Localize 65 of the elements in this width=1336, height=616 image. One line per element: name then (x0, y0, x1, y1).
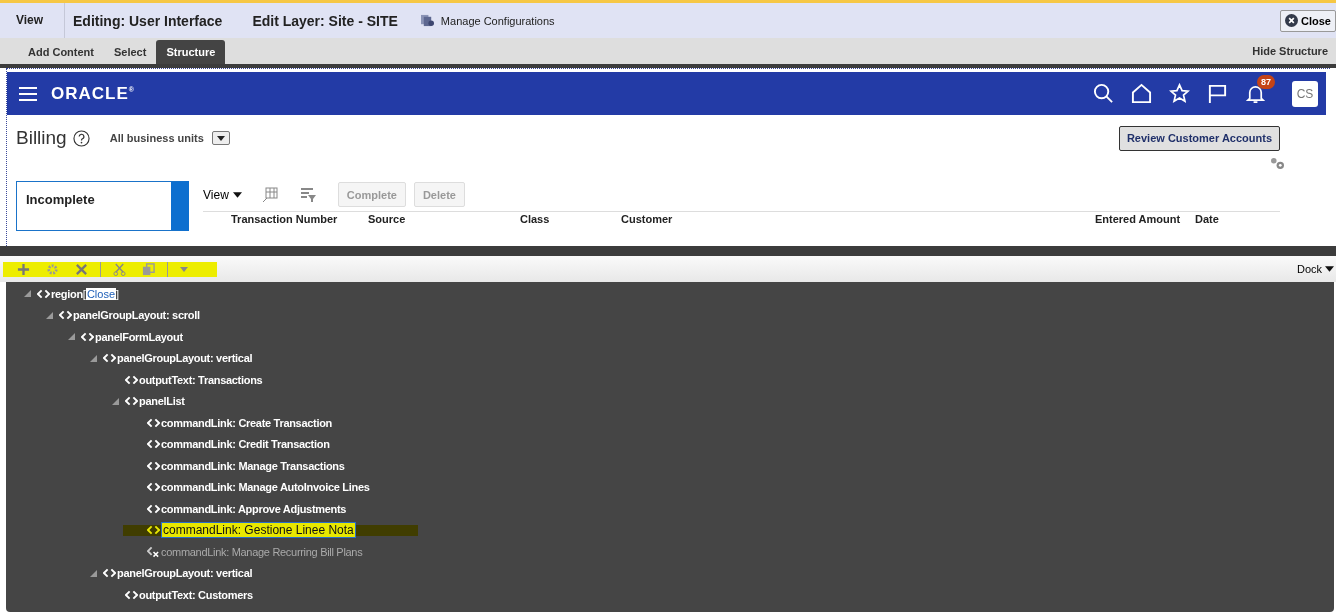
column-header[interactable]: Entered Amount (1095, 212, 1195, 226)
add-icon[interactable] (17, 262, 30, 276)
tree-node[interactable]: commandLink: Create Transaction (161, 416, 333, 429)
manage-configurations-link[interactable]: Manage Configurations (440, 14, 555, 27)
card-title: Incomplete (26, 192, 95, 207)
tree-node[interactable]: commandLink: Manage AutoInvoice Lines (161, 481, 370, 494)
editing-title: Editing: User Interface (73, 12, 223, 29)
configurations-icon[interactable] (419, 14, 435, 27)
business-unit-label: All business units (109, 132, 204, 144)
home-icon[interactable] (1131, 83, 1152, 104)
tree-node[interactable]: panelGroupLayout: vertical (117, 567, 253, 580)
column-header[interactable]: Date (1195, 212, 1219, 226)
settings-icon[interactable] (1270, 157, 1285, 170)
tree-node[interactable]: outputText: Customers (139, 588, 253, 601)
dock-menu[interactable]: Dock (1296, 263, 1336, 275)
tree-node[interactable]: panelFormLayout (95, 330, 183, 343)
close-icon (1285, 14, 1299, 27)
column-header[interactable]: Transaction Number (231, 212, 368, 226)
caret-icon[interactable] (180, 266, 188, 272)
view-menu[interactable]: View (203, 187, 242, 202)
notification-badge: 87 (1257, 75, 1275, 89)
tab[interactable]: Add Content (18, 40, 104, 64)
tree-node[interactable]: outputText: Transactions (139, 373, 263, 386)
caret-icon (1325, 266, 1334, 272)
search-icon[interactable] (1093, 83, 1114, 104)
column-header[interactable]: Customer (621, 212, 1095, 226)
caret-icon (216, 135, 225, 141)
expanded-icon[interactable] (90, 569, 97, 577)
cut-icon[interactable] (113, 262, 126, 276)
business-unit-dropdown[interactable] (211, 131, 230, 145)
user-avatar[interactable]: CS (1292, 80, 1318, 107)
tree-node[interactable]: panelGroupLayout: scroll (73, 309, 200, 322)
tab[interactable]: Select (104, 40, 157, 64)
close-button[interactable]: Close (1280, 9, 1336, 32)
tree-node[interactable]: commandLink: Credit Transaction (161, 438, 330, 451)
freeze-columns-icon[interactable] (261, 186, 278, 203)
expanded-icon[interactable] (24, 290, 31, 298)
tree-node[interactable]: panelList (139, 395, 185, 408)
tab[interactable]: Structure (156, 40, 226, 64)
tree-node[interactable]: commandLink: Manage Transactions (161, 459, 345, 472)
star-icon[interactable] (1169, 83, 1190, 104)
column-header[interactable]: Class (520, 212, 621, 226)
settings-icon[interactable] (46, 262, 59, 276)
tree-node[interactable]: region (51, 287, 83, 300)
oracle-logo[interactable]: ORACLE$^{®}$ (51, 83, 135, 104)
help-icon[interactable] (72, 129, 90, 147)
review-customer-accounts-button[interactable]: Review Customer Accounts (1118, 125, 1280, 151)
edit-layer-title: Edit Layer: Site - SITE (252, 12, 398, 29)
hide-structure-link[interactable]: Hide Structure (1252, 45, 1328, 57)
caret-icon (232, 191, 242, 198)
copy-icon[interactable] (142, 262, 155, 276)
filter-icon[interactable] (299, 186, 316, 203)
notifications-icon[interactable] (1245, 83, 1266, 104)
expanded-icon[interactable] (112, 397, 119, 405)
expanded-icon[interactable] (68, 333, 75, 341)
delete-icon[interactable] (75, 262, 88, 276)
flag-icon[interactable] (1207, 83, 1228, 104)
tree-node[interactable]: commandLink: Approve Adjustments (161, 502, 347, 515)
column-header[interactable]: Source (368, 212, 520, 226)
tree-node[interactable]: commandLink: Gestione Linee Nota (161, 522, 356, 539)
menu-icon[interactable] (19, 86, 37, 101)
page-title: Billing (16, 127, 67, 149)
expanded-icon[interactable] (90, 354, 97, 362)
expanded-icon[interactable] (46, 311, 53, 319)
tree-node[interactable]: panelGroupLayout: vertical (117, 352, 253, 365)
